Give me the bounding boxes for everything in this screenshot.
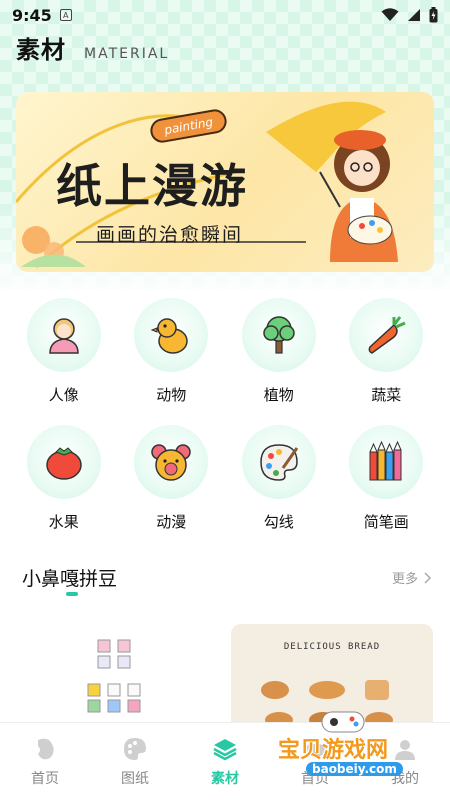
category-icon-wrap (349, 425, 424, 499)
tab-label: 图纸 (121, 770, 149, 787)
crayons-icon (369, 440, 402, 481)
painter-girl-illustration (319, 130, 398, 262)
watermark-url: baobeiy.com (306, 762, 403, 776)
tree-icon (263, 316, 295, 354)
category-icon-wrap (241, 298, 316, 372)
pixel-characters-card[interactable] (80, 632, 150, 722)
section-header: 小鼻嘎拼豆 更多 (22, 564, 432, 591)
tab-drawings[interactable]: 图纸 (90, 723, 180, 800)
tab-label: 素材 (211, 770, 239, 787)
tomato-icon (46, 447, 82, 480)
category-icon-wrap (26, 425, 101, 499)
status-right (381, 7, 438, 23)
bear-icon (151, 444, 191, 481)
status-bar: 9:45 A (0, 0, 450, 30)
section-title: 小鼻嘎拼豆 (22, 568, 118, 590)
page-header: 素材 MATERIAL (16, 30, 169, 65)
category-icon-wrap (349, 298, 424, 372)
category-item-anime[interactable]: 动漫 (118, 425, 226, 532)
portrait-icon (48, 318, 79, 354)
category-label: 人像 (48, 386, 79, 404)
more-link[interactable]: 更多 (392, 568, 432, 587)
bean-icon (38, 738, 54, 759)
layers-icon (213, 738, 237, 760)
category-item-fruit[interactable]: 水果 (10, 425, 118, 532)
notification-icon: A (59, 9, 72, 21)
category-item-portrait[interactable]: 人像 (10, 298, 118, 405)
category-label: 动漫 (156, 513, 187, 531)
category-grid: 人像 动物 植物 蔬菜 水果 动漫 勾线 简笔画 (10, 298, 440, 532)
tab-home[interactable]: 首页 (0, 723, 90, 800)
palette-icon (124, 737, 146, 760)
more-label: 更多 (391, 572, 418, 587)
section-title-indicator (66, 592, 78, 596)
palette-icon (259, 444, 298, 481)
tab-materials[interactable]: 素材 (180, 723, 270, 800)
page-title: 素材 (16, 36, 66, 64)
banner-subtitle: 画画的治愈瞬间 (96, 224, 244, 246)
site-watermark: 宝贝游戏网 baobeiy.com (270, 704, 450, 784)
chevron-right-icon (424, 571, 432, 584)
carrot-icon (368, 316, 406, 354)
category-icon-wrap (134, 425, 209, 499)
category-item-vegetable[interactable]: 蔬菜 (333, 298, 441, 405)
status-time: 9:45 (12, 5, 52, 25)
category-item-plant[interactable]: 植物 (225, 298, 333, 405)
category-icon-wrap (241, 425, 316, 499)
category-label: 简笔画 (363, 513, 409, 531)
category-label: 勾线 (263, 513, 294, 531)
battery-icon (429, 7, 438, 23)
category-icon-wrap (134, 298, 209, 372)
wifi-icon (381, 8, 399, 21)
category-label: 动物 (156, 386, 187, 404)
category-label: 蔬菜 (371, 386, 402, 404)
tab-label: 首页 (31, 770, 59, 787)
promo-banner[interactable]: painting 纸上漫游 画画的治愈瞬间 (16, 92, 434, 272)
category-item-sketch[interactable]: 简笔画 (333, 425, 441, 532)
watermark-text: 宝贝游戏网 (278, 738, 389, 763)
chick-icon (150, 318, 188, 354)
category-item-lineart[interactable]: 勾线 (225, 425, 333, 532)
signal-icon (408, 9, 420, 21)
category-icon-wrap (26, 298, 101, 372)
banner-title: 纸上漫游 (56, 159, 248, 213)
category-label: 水果 (48, 513, 79, 531)
category-label: 植物 (263, 386, 294, 404)
page-subtitle: MATERIAL (84, 46, 170, 62)
category-item-animal[interactable]: 动物 (118, 298, 226, 405)
